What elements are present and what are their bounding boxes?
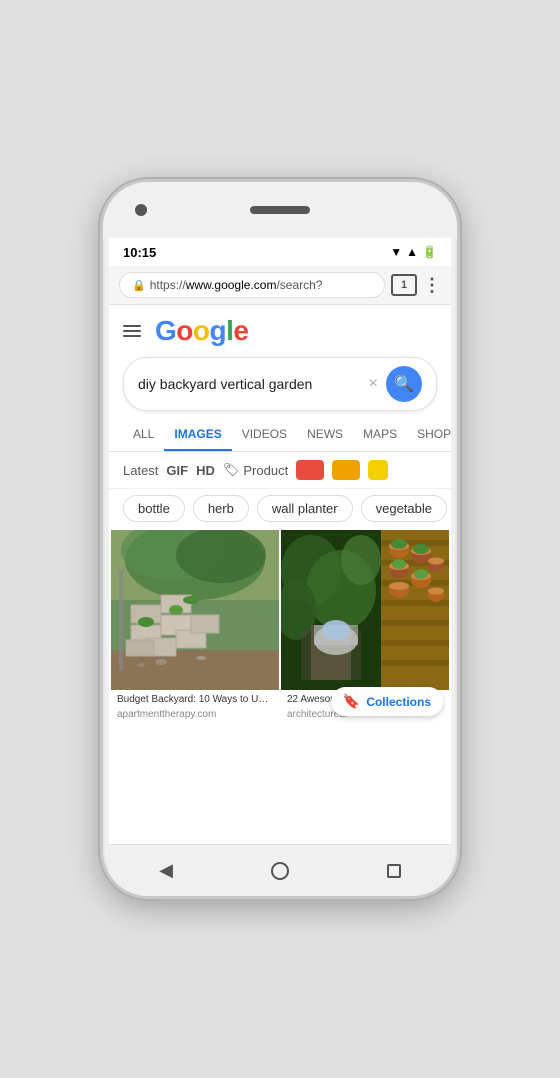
url-path: /search? <box>276 278 322 292</box>
status-bar: 10:15 ▼ ▲ 🔋 <box>109 238 451 266</box>
color-swatch-orange[interactable] <box>332 460 360 480</box>
chip-herb[interactable]: herb <box>193 495 249 522</box>
chip-vegetable[interactable]: vegetable <box>361 495 447 522</box>
more-menu-button[interactable]: ⋮ <box>423 275 441 296</box>
url-bar[interactable]: 🔒 https://www.google.com/search? <box>119 272 385 298</box>
google-header: Google <box>109 305 451 353</box>
collections-label: Collections <box>366 695 431 709</box>
search-submit-button[interactable]: 🔍 <box>386 366 422 402</box>
browser-bar: 🔒 https://www.google.com/search? 1 ⋮ <box>109 266 451 305</box>
search-clear-button[interactable]: × <box>369 375 378 393</box>
tab-maps[interactable]: MAPS <box>353 419 407 451</box>
recents-icon <box>387 864 401 878</box>
image-card-1[interactable]: Budget Backyard: 10 Ways to Use ... apar… <box>111 530 279 724</box>
filter-hd[interactable]: HD <box>196 463 215 478</box>
home-icon <box>271 862 289 880</box>
camera <box>135 204 147 216</box>
collections-icon: 🔖 <box>343 693 360 710</box>
tab-images[interactable]: IMAGES <box>164 419 231 451</box>
hamburger-menu[interactable] <box>123 325 141 337</box>
filter-bar: Latest GIF HD 🏷 Product <box>109 452 451 489</box>
back-icon: ◀ <box>159 860 173 881</box>
google-content: Google diy backyard vertical garden × 🔍 … <box>109 305 451 844</box>
chip-bottle[interactable]: bottle <box>123 495 185 522</box>
url-domain: www.google.com <box>186 278 277 292</box>
google-logo-e: e <box>233 315 248 346</box>
filter-product: Product <box>243 463 288 478</box>
color-swatch-red[interactable] <box>296 460 324 480</box>
image-1 <box>111 530 279 690</box>
recents-button[interactable] <box>376 853 412 889</box>
search-box[interactable]: diy backyard vertical garden × 🔍 <box>123 357 437 411</box>
phone-frame: 10:15 ▼ ▲ 🔋 🔒 https://www.google.com/sea… <box>100 179 460 899</box>
home-button[interactable] <box>262 853 298 889</box>
wifi-icon: ▼ <box>390 245 402 259</box>
google-logo-g: G <box>155 315 176 346</box>
status-time: 10:15 <box>123 245 156 260</box>
url-protocol: https:// <box>150 278 186 292</box>
battery-icon: 🔋 <box>422 245 437 259</box>
image-caption-1: Budget Backyard: 10 Ways to Use ... <box>111 690 279 709</box>
tab-shopping[interactable]: SHOPP... <box>407 419 451 451</box>
chip-wall-planter[interactable]: wall planter <box>257 495 353 522</box>
product-tag-icon: 🏷 <box>223 462 240 478</box>
phone-screen: 10:15 ▼ ▲ 🔋 🔒 https://www.google.com/sea… <box>109 238 451 844</box>
back-button[interactable]: ◀ <box>148 853 184 889</box>
search-icon: 🔍 <box>394 374 414 394</box>
google-logo: Google <box>155 315 248 347</box>
filter-gif[interactable]: GIF <box>166 463 188 478</box>
lock-icon: 🔒 <box>132 279 146 292</box>
filter-product-container[interactable]: 🏷 Product <box>223 462 288 478</box>
google-logo-o2: o <box>193 315 210 346</box>
status-icons: ▼ ▲ 🔋 <box>390 245 437 259</box>
color-swatch-yellow[interactable] <box>368 460 388 480</box>
tab-all[interactable]: ALL <box>123 419 164 451</box>
search-query: diy backyard vertical garden <box>138 376 361 392</box>
image-source-1: apartmenttherapy.com <box>111 709 279 724</box>
image-card-2[interactable]: 22 Awesome architecturear 🔖 Collections <box>281 530 449 724</box>
signal-icon: ▲ <box>406 245 418 259</box>
google-logo-g2: g <box>210 315 227 346</box>
tab-count-button[interactable]: 1 <box>391 274 417 296</box>
phone-bottom-bar: ◀ <box>109 844 451 896</box>
filter-latest[interactable]: Latest <box>123 463 158 478</box>
tab-videos[interactable]: VIDEOS <box>232 419 297 451</box>
collections-button[interactable]: 🔖 Collections <box>331 687 443 716</box>
image-2 <box>281 530 449 690</box>
url-text: https://www.google.com/search? <box>150 278 323 292</box>
search-tabs: ALL IMAGES VIDEOS NEWS MAPS SHOPP... <box>109 419 451 452</box>
image-grid: Budget Backyard: 10 Ways to Use ... apar… <box>109 528 451 726</box>
keyword-chips: bottle herb wall planter vegetable indoc <box>109 489 451 528</box>
phone-top-bar <box>103 182 457 238</box>
tab-news[interactable]: NEWS <box>297 419 353 451</box>
speaker <box>250 206 310 214</box>
google-logo-o1: o <box>176 315 193 346</box>
